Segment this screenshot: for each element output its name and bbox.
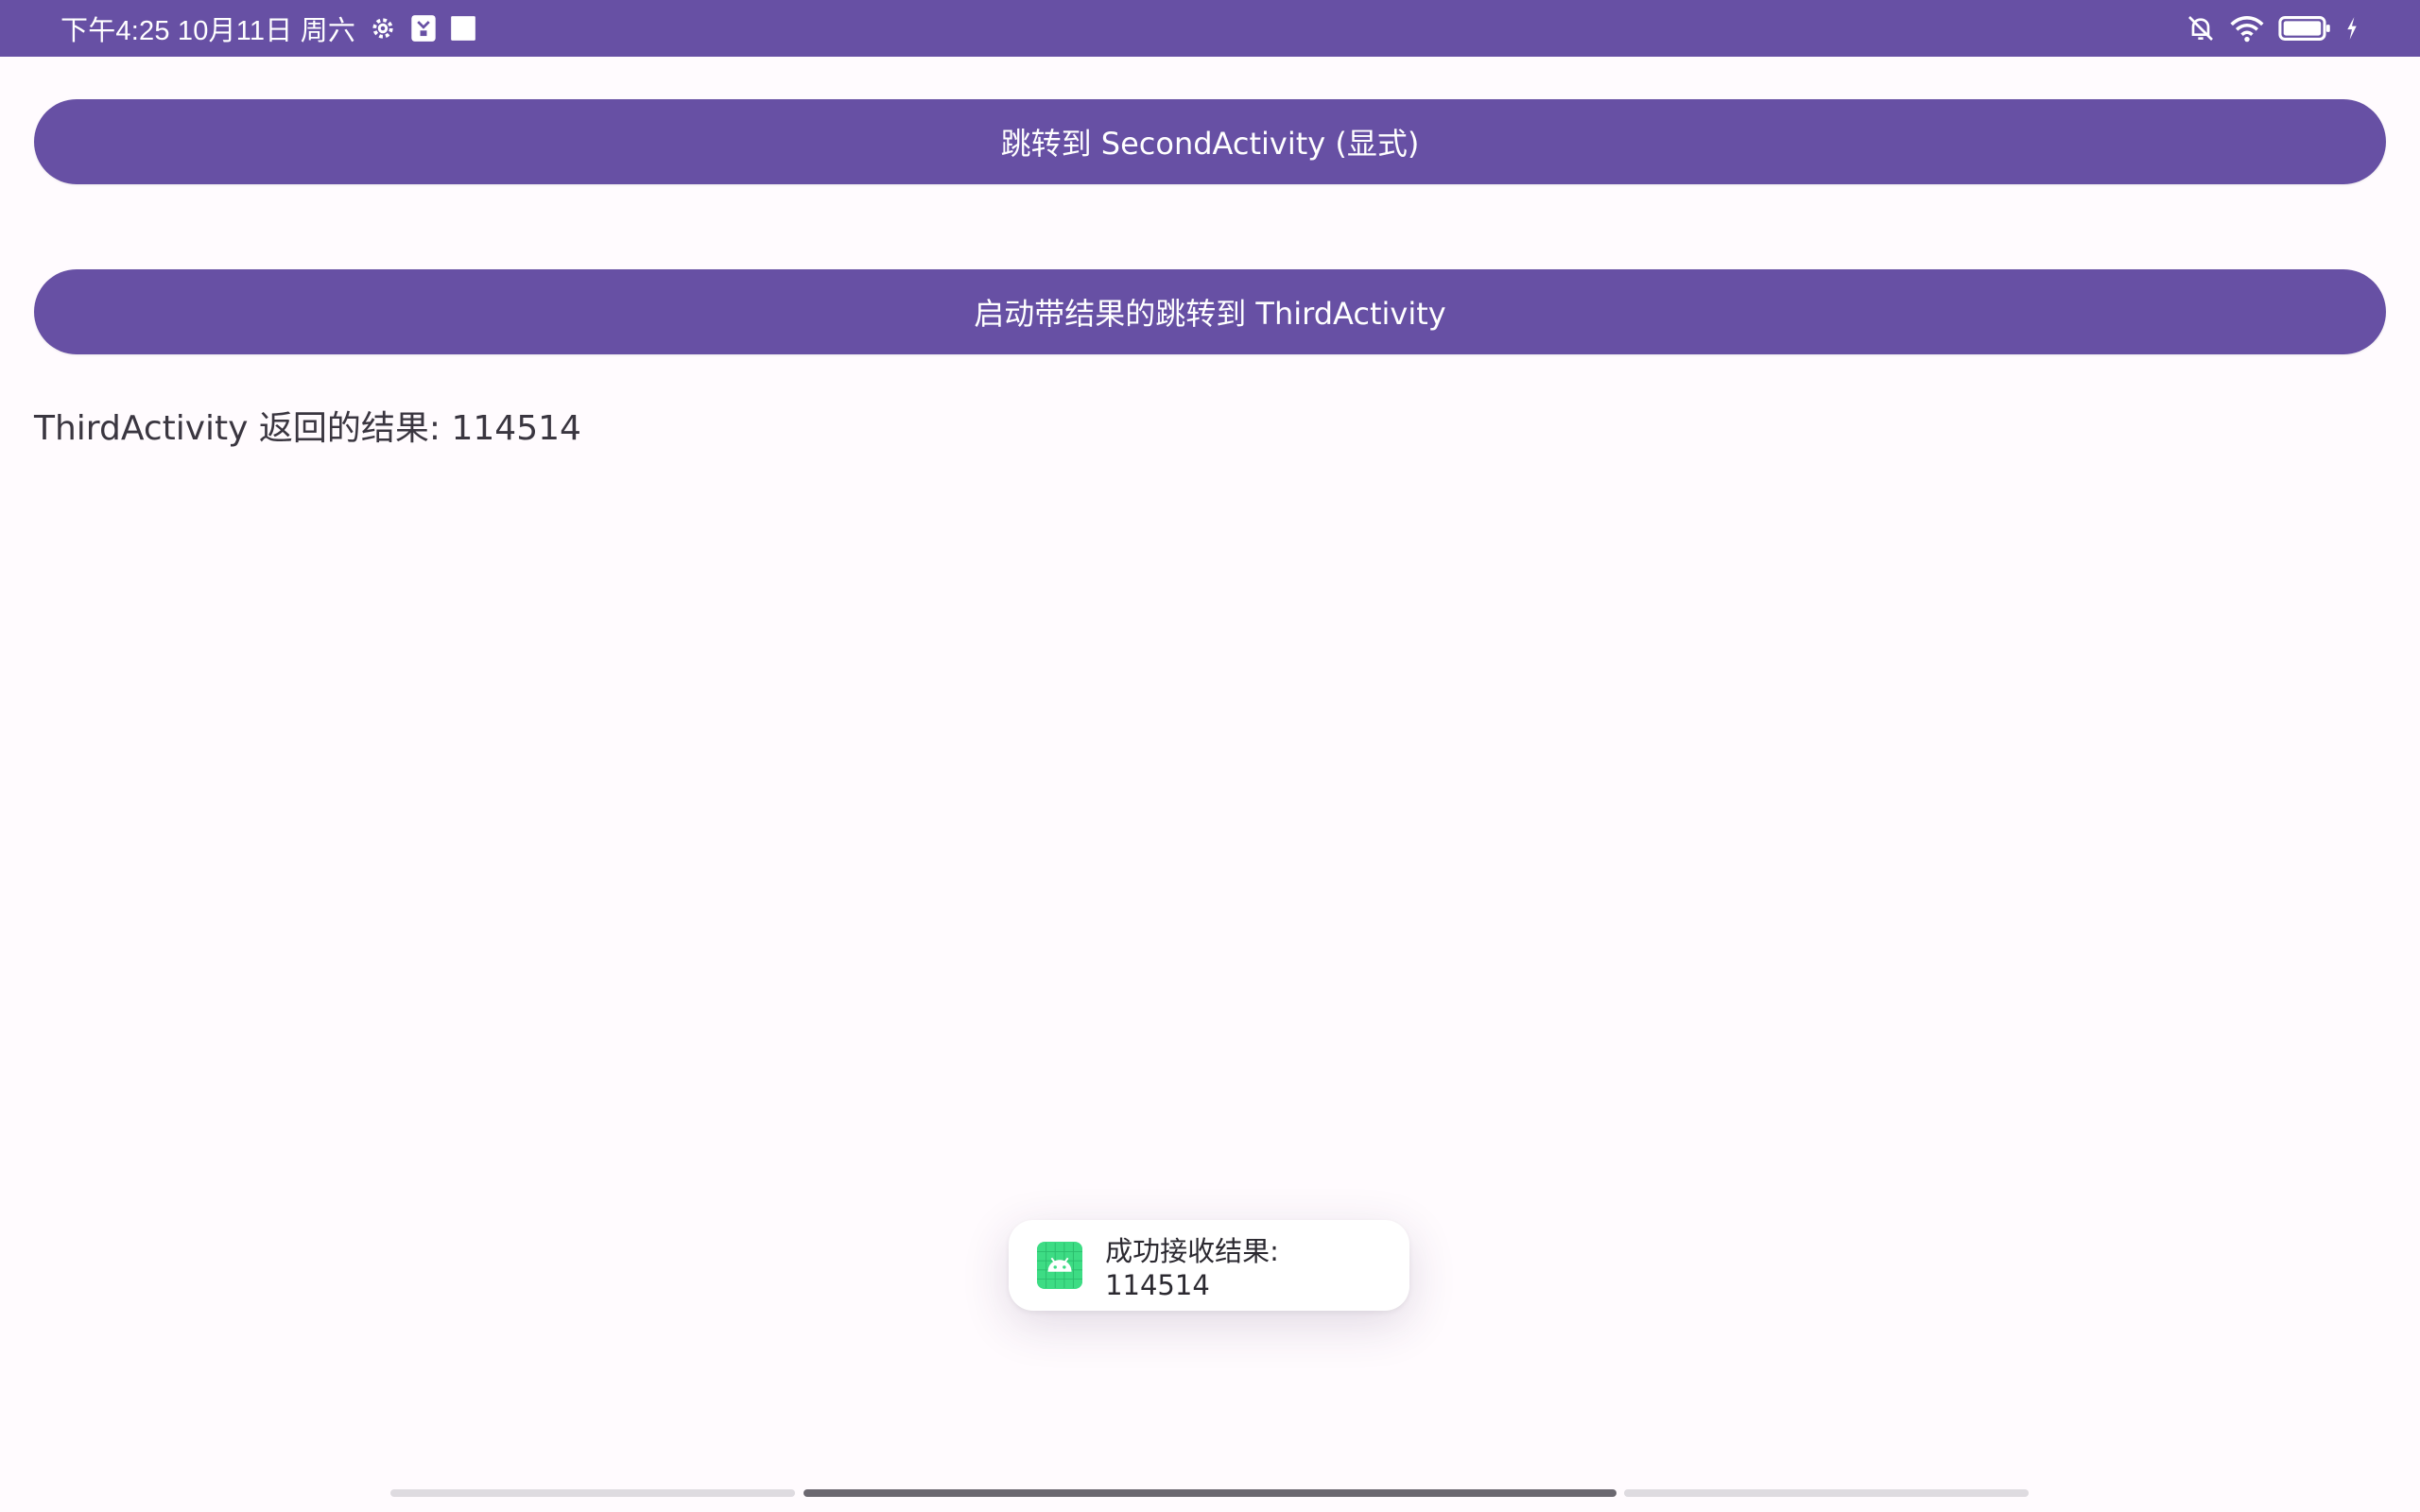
status-left: 下午4:25 10月11日 周六 [60,9,476,48]
battery-icon [2278,15,2331,42]
status-right [2186,13,2360,43]
result-text: ThirdActivity 返回的结果: 114514 [34,409,581,448]
charging-icon [2344,16,2360,41]
android-app-icon [1037,1242,1083,1289]
toast-message: 成功接收结果: 114514 [1105,1235,1279,1301]
nav-bar-left-segment [390,1489,795,1497]
square-notification-icon [450,15,476,42]
toast: 成功接收结果: 114514 [1009,1220,1409,1311]
status-datetime: 下午4:25 10月11日 周六 [60,16,356,46]
wifi-icon [2229,14,2265,43]
nav-handle[interactable] [804,1489,1616,1497]
nav-bar-right-segment [1624,1489,2029,1497]
second-activity-button[interactable]: 跳转到 SecondActivity (显式) [34,99,2386,184]
gear-icon [369,14,397,43]
status-bar: 下午4:25 10月11日 周六 [0,0,2420,57]
app-notification-icon [410,14,437,43]
bell-off-icon [2186,13,2216,43]
third-activity-button[interactable]: 启动带结果的跳转到 ThirdActivity [34,269,2386,354]
